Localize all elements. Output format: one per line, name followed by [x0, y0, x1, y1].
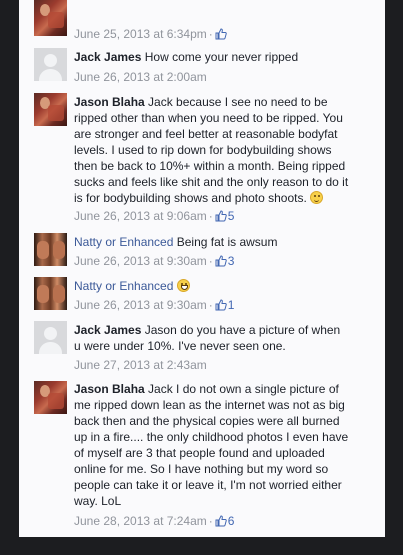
thumbs-up-icon: [215, 28, 227, 40]
comment-text: How come your never ripped: [144, 50, 299, 64]
like-count[interactable]: 6: [215, 514, 234, 528]
smiley-emoji-icon: [310, 191, 324, 204]
avatar[interactable]: [34, 93, 67, 126]
comment-text: Being fat is awsum: [176, 235, 278, 249]
timestamp[interactable]: June 26, 2013 at 9:30am: [74, 254, 207, 268]
like-count[interactable]: 1: [215, 298, 234, 312]
comment-author[interactable]: Jack James: [74, 50, 141, 64]
comment-body: Jason Blaha Jack I do not own a single p…: [74, 382, 349, 508]
comment-thread: June 25, 2013 at 6:34pm · Jack James How …: [19, 0, 385, 537]
comment-meta: June 26, 2013 at 9:06am · 5: [74, 209, 235, 223]
comment-meta: June 28, 2013 at 7:24am · 6: [74, 514, 235, 528]
comment-body: Jack James Jason do you have a picture o…: [74, 323, 341, 353]
grin-emoji-icon: [176, 279, 190, 292]
comment-body: Jason Blaha Jack because I see no need t…: [74, 95, 349, 205]
avatar[interactable]: [34, 277, 67, 310]
thumbs-up-icon: [215, 299, 227, 311]
comment-meta: June 26, 2013 at 9:30am · 3: [74, 254, 235, 268]
timestamp[interactable]: June 26, 2013 at 9:06am: [74, 209, 207, 223]
like-count[interactable]: 3: [215, 254, 234, 268]
comment-author[interactable]: Natty or Enhanced: [74, 235, 173, 249]
like-count[interactable]: [215, 27, 228, 41]
avatar[interactable]: [34, 321, 67, 354]
avatar[interactable]: [34, 381, 67, 414]
timestamp[interactable]: June 26, 2013 at 9:30am: [74, 298, 207, 312]
thumbs-up-icon: [215, 255, 227, 267]
comment-meta: June 26, 2013 at 9:30am · 1: [74, 298, 235, 312]
avatar[interactable]: [34, 233, 67, 266]
comment-body: Natty or Enhanced Being fat is awsum: [74, 234, 374, 250]
comment-author[interactable]: Jack James: [74, 323, 141, 337]
comment-author[interactable]: Jason Blaha: [74, 382, 145, 396]
thumbs-up-icon: [215, 210, 227, 222]
like-count[interactable]: 5: [215, 209, 234, 223]
comment-body: Natty or Enhanced: [74, 278, 374, 294]
avatar[interactable]: [34, 0, 67, 36]
timestamp[interactable]: June 26, 2013 at 2:00am: [74, 70, 207, 84]
comment-meta: June 26, 2013 at 2:00am: [74, 70, 207, 84]
comment-body: Jack James How come your never ripped: [74, 49, 374, 65]
timestamp[interactable]: June 28, 2013 at 7:24am: [74, 514, 207, 528]
avatar[interactable]: [34, 48, 67, 81]
thumbs-up-icon: [215, 515, 227, 527]
timestamp[interactable]: June 25, 2013 at 6:34pm: [74, 27, 207, 41]
comment-author[interactable]: Natty or Enhanced: [74, 279, 173, 293]
comment-meta: June 27, 2013 at 2:43am: [74, 358, 207, 372]
comment-meta: June 25, 2013 at 6:34pm ·: [74, 27, 228, 41]
comment-author[interactable]: Jason Blaha: [74, 95, 145, 109]
timestamp[interactable]: June 27, 2013 at 2:43am: [74, 358, 207, 372]
